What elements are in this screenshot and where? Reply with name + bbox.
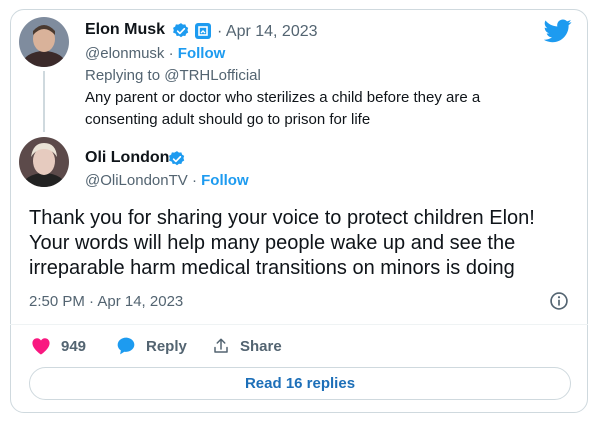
like-count: 949 bbox=[61, 337, 87, 355]
replying-to[interactable]: Replying to @TRHLofficial bbox=[85, 67, 261, 84]
reply-handle-row: @elonmusk · Follow bbox=[85, 45, 226, 62]
follow-link-oli[interactable]: Follow bbox=[201, 172, 249, 189]
share-icon bbox=[214, 338, 228, 353]
main-tweet-text: Thank you for sharing your voice to prot… bbox=[29, 207, 535, 279]
avatar-elon[interactable] bbox=[19, 17, 69, 67]
heart-icon bbox=[32, 338, 50, 355]
share-label: Share bbox=[240, 337, 282, 355]
verified-badge-icon bbox=[169, 151, 185, 166]
reply-bubble-icon bbox=[117, 337, 135, 355]
info-icon[interactable] bbox=[549, 291, 569, 311]
affiliate-badge-icon bbox=[195, 23, 211, 39]
reply-label: Reply bbox=[146, 337, 187, 355]
twitter-logo-icon[interactable] bbox=[544, 19, 572, 43]
read-replies-button[interactable]: Read 16 replies bbox=[29, 367, 571, 400]
verified-badge-icon bbox=[173, 23, 189, 38]
like-button[interactable]: 949 bbox=[31, 336, 86, 356]
tweet-timestamp[interactable]: 2:50 PM · Apr 14, 2023 bbox=[29, 293, 183, 310]
avatar-oli[interactable] bbox=[19, 137, 69, 187]
main-author-handle[interactable]: @OliLondonTV bbox=[85, 172, 188, 189]
reply-tweet-text: Any parent or doctor who sterilizes a ch… bbox=[85, 89, 481, 128]
reply-author-name[interactable]: Elon Musk bbox=[85, 21, 165, 39]
reply-date-text[interactable]: Apr 14, 2023 bbox=[226, 23, 318, 40]
main-handle-row: @OliLondonTV · Follow bbox=[85, 172, 249, 189]
thread-line bbox=[43, 71, 45, 132]
share-button[interactable]: Share bbox=[212, 336, 282, 356]
main-author-name[interactable]: Oli London bbox=[85, 149, 169, 167]
reply-author-handle[interactable]: @elonmusk bbox=[85, 45, 164, 62]
reply-button[interactable]: Reply bbox=[116, 336, 187, 356]
follow-link-elon[interactable]: Follow bbox=[178, 45, 226, 62]
reply-date[interactable]: · Apr 14, 2023 bbox=[217, 23, 318, 41]
divider bbox=[10, 324, 588, 325]
